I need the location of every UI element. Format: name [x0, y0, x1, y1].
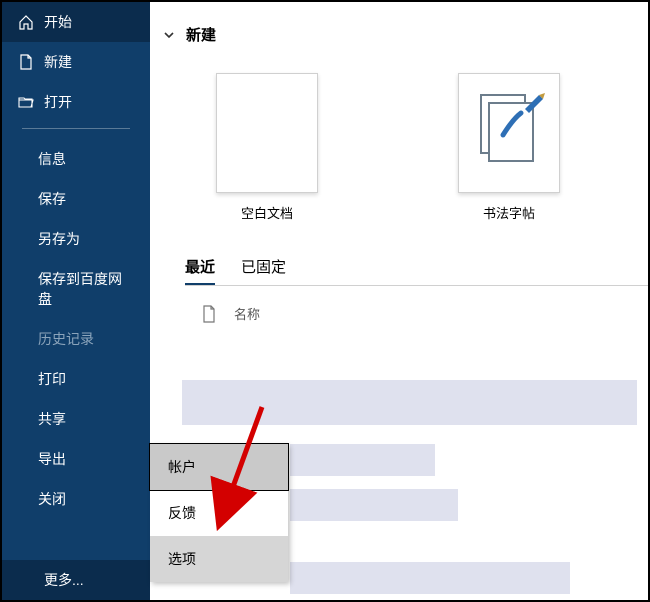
- home-icon: [18, 14, 34, 30]
- file-icon: [202, 305, 216, 323]
- sidebar-item-new[interactable]: 新建: [2, 42, 150, 82]
- col-name: 名称: [234, 304, 260, 323]
- sidebar-divider: [22, 128, 130, 129]
- sidebar-open-label: 打开: [44, 92, 72, 112]
- sidebar-item-more[interactable]: 更多...: [2, 560, 150, 600]
- sidebar-item-save[interactable]: 保存: [2, 179, 150, 219]
- sidebar-item-export[interactable]: 导出: [2, 439, 150, 479]
- template-blank[interactable]: 空白文档: [216, 73, 318, 222]
- chevron-down-icon: [162, 28, 176, 42]
- list-row-redacted: [290, 489, 458, 521]
- sidebar-item-close[interactable]: 关闭: [2, 479, 150, 519]
- submenu-account[interactable]: 帐户: [150, 444, 288, 490]
- list-header: 名称: [150, 286, 648, 323]
- sidebar-more-label: 更多...: [44, 570, 84, 590]
- section-header-new[interactable]: 新建: [150, 24, 648, 45]
- list-row-redacted: [290, 444, 435, 476]
- folder-open-icon: [18, 94, 34, 110]
- template-blank-thumb: [216, 73, 318, 193]
- template-callig-label: 书法字帖: [483, 203, 535, 222]
- tab-recent[interactable]: 最近: [185, 256, 215, 285]
- list-row-redacted: [290, 562, 570, 594]
- calligraphy-icon: [473, 89, 545, 177]
- list-row-redacted: [182, 380, 637, 425]
- sidebar-item-start[interactable]: 开始: [2, 2, 150, 42]
- more-submenu: 帐户 反馈 选项: [150, 444, 288, 582]
- templates-row: 空白文档 书法字帖: [150, 45, 648, 222]
- sidebar-new-label: 新建: [44, 52, 72, 72]
- recent-tabs: 最近 已固定: [150, 222, 648, 285]
- template-calligraphy[interactable]: 书法字帖: [458, 73, 560, 222]
- sidebar-item-share[interactable]: 共享: [2, 399, 150, 439]
- tab-pinned[interactable]: 已固定: [241, 256, 286, 285]
- document-icon: [18, 54, 34, 70]
- submenu-feedback[interactable]: 反馈: [150, 490, 288, 536]
- section-title-new: 新建: [186, 24, 216, 45]
- sidebar: 开始 新建 打开 信息 保存 另存为 保存到百度网盘 历史记录 打印 共享 导出…: [2, 2, 150, 600]
- template-calligraphy-thumb: [458, 73, 560, 193]
- sidebar-item-saveas[interactable]: 另存为: [2, 219, 150, 259]
- sidebar-item-baidu[interactable]: 保存到百度网盘: [2, 259, 150, 319]
- template-blank-label: 空白文档: [241, 203, 293, 222]
- sidebar-start-label: 开始: [44, 12, 72, 32]
- sidebar-item-print[interactable]: 打印: [2, 359, 150, 399]
- submenu-options[interactable]: 选项: [150, 536, 288, 582]
- sidebar-item-history[interactable]: 历史记录: [2, 319, 150, 359]
- sidebar-item-open[interactable]: 打开: [2, 82, 150, 122]
- sidebar-item-info[interactable]: 信息: [2, 139, 150, 179]
